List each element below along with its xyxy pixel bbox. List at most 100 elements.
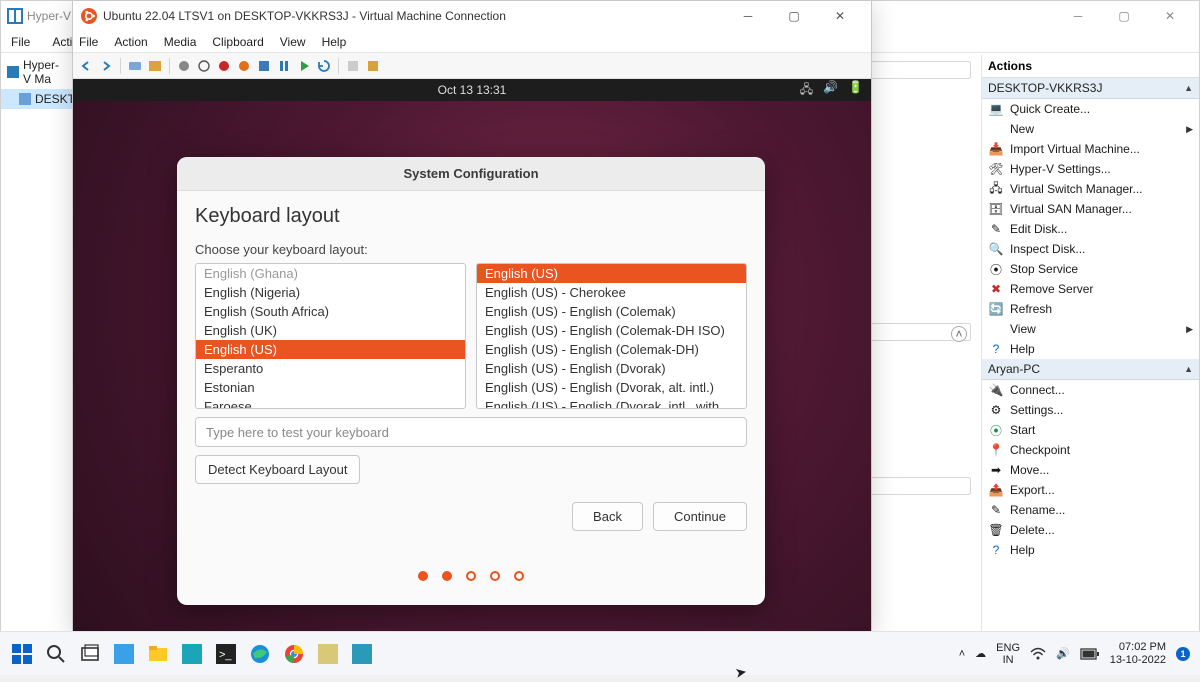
list-item[interactable]: English (US) - English (Dvorak, intl., w… [477,397,746,409]
start-button[interactable] [10,642,34,666]
maximize-button[interactable]: ▢ [771,1,817,31]
list-item[interactable]: English (US) - English (Colemak-DH ISO) [477,321,746,340]
actions-section-vm[interactable]: Aryan-PC ▲ [982,359,1199,380]
action-item[interactable]: View▶ [982,319,1199,339]
action-item[interactable]: 🖧Virtual Switch Manager... [982,179,1199,199]
action-item[interactable]: ⦿Stop Service [982,259,1199,279]
maximize-button[interactable]: ▢ [1101,1,1147,31]
state-button[interactable] [195,57,213,75]
vmc-menu-view[interactable]: View [280,35,306,49]
network-icon[interactable]: 🖧 [800,80,813,101]
volume-icon[interactable]: 🔊 [1056,647,1070,660]
list-item[interactable]: Estonian [196,378,465,397]
list-item[interactable]: Esperanto [196,359,465,378]
language-indicator[interactable]: ENG IN [996,642,1020,666]
ctrl-alt-del-button[interactable] [126,57,144,75]
tree-host[interactable]: DESKTOF [1,89,72,109]
action-item[interactable]: 🔌Connect... [982,380,1199,400]
menu-file[interactable]: File [5,33,36,51]
minimize-button[interactable]: ─ [725,1,771,31]
detect-layout-button[interactable]: Detect Keyboard Layout [195,455,360,484]
nav-forward-button[interactable] [97,57,115,75]
battery-icon[interactable] [1080,648,1100,660]
shutdown-button[interactable] [235,57,253,75]
chevron-right-icon: ▶ [1186,324,1193,335]
power-icon[interactable]: 🔋 [848,80,863,101]
reset-button[interactable] [315,57,333,75]
action-item[interactable]: ✖Remove Server [982,279,1199,299]
kb-layout-list[interactable]: English (Ghana)English (Nigeria)English … [195,263,466,409]
continue-button[interactable]: Continue [653,502,747,531]
action-item[interactable]: 🛠Hyper-V Settings... [982,159,1199,179]
record-button[interactable] [175,57,193,75]
list-item[interactable]: English (Nigeria) [196,283,465,302]
session-button[interactable] [146,57,164,75]
checkpoint-button[interactable] [344,57,362,75]
tree-root[interactable]: Hyper-V Ma [1,55,72,89]
taskbar-app-1[interactable] [112,642,136,666]
action-item[interactable]: ?Help [982,540,1199,560]
action-item[interactable]: New▶ [982,119,1199,139]
list-item[interactable]: English (UK) [196,321,465,340]
taskbar-app-7[interactable] [316,642,340,666]
list-item[interactable]: English (US) [196,340,465,359]
minimize-button[interactable]: ─ [1055,1,1101,31]
list-item[interactable]: English (US) - English (Colemak) [477,302,746,321]
close-button[interactable]: ✕ [817,1,863,31]
hyperv-taskbar-icon[interactable] [350,642,374,666]
terminal-icon[interactable]: >_ [214,642,238,666]
search-button[interactable] [44,642,68,666]
taskbar-app-3[interactable] [180,642,204,666]
list-item[interactable]: English (US) - English (Colemak-DH) [477,340,746,359]
taskbar-clock[interactable]: 07:02 PM 13-10-2022 [1110,641,1166,667]
kb-test-input[interactable] [195,417,747,447]
action-item[interactable]: ➡Move... [982,460,1199,480]
task-view-button[interactable] [78,642,102,666]
vmc-menu-media[interactable]: Media [164,35,197,49]
vmc-menu-action[interactable]: Action [114,35,147,49]
ubuntu-clock[interactable]: Oct 13 13:31 [438,83,507,97]
action-item[interactable]: 🗄Virtual SAN Manager... [982,199,1199,219]
list-item[interactable]: English (US) - Cherokee [477,283,746,302]
edge-icon[interactable] [248,642,272,666]
vmc-menu-clipboard[interactable]: Clipboard [212,35,263,49]
kb-variant-list[interactable]: English (US)English (US) - CherokeeEngli… [476,263,747,409]
vmc-menu-file[interactable]: File [79,35,98,49]
list-item[interactable]: English (US) [477,264,746,283]
back-button[interactable]: Back [572,502,643,531]
pause-button[interactable] [275,57,293,75]
wifi-icon[interactable] [1030,647,1046,661]
action-item[interactable]: 🔍Inspect Disk... [982,239,1199,259]
list-item[interactable]: English (US) - English (Dvorak, alt. int… [477,378,746,397]
list-item[interactable]: English (Ghana) [196,264,465,283]
notification-count[interactable]: 1 [1176,647,1190,661]
revert-button[interactable] [364,57,382,75]
file-explorer-icon[interactable] [146,642,170,666]
action-item[interactable]: 🔄Refresh [982,299,1199,319]
list-item[interactable]: English (South Africa) [196,302,465,321]
action-item[interactable]: ⦿Start [982,420,1199,440]
tray-chevron-icon[interactable]: ˄ [959,648,965,660]
close-button[interactable]: ✕ [1147,1,1193,31]
turnoff-button[interactable] [215,57,233,75]
nav-back-button[interactable] [77,57,95,75]
actions-section-host[interactable]: DESKTOP-VKKRS3J ▲ [982,78,1199,99]
vmc-menu-help[interactable]: Help [322,35,347,49]
action-item[interactable]: 📤Export... [982,480,1199,500]
start-button[interactable] [295,57,313,75]
chrome-icon[interactable] [282,642,306,666]
action-item[interactable]: ✎Edit Disk... [982,219,1199,239]
save-button[interactable] [255,57,273,75]
onedrive-icon[interactable]: ☁ [975,647,986,660]
collapse-panel-button[interactable]: ˄ [951,326,967,342]
action-item[interactable]: 📍Checkpoint [982,440,1199,460]
list-item[interactable]: English (US) - English (Dvorak) [477,359,746,378]
action-item[interactable]: 📥Import Virtual Machine... [982,139,1199,159]
action-item[interactable]: ?Help [982,339,1199,359]
list-item[interactable]: Faroese [196,397,465,409]
action-item[interactable]: ✎Rename... [982,500,1199,520]
action-item[interactable]: 💻Quick Create... [982,99,1199,119]
volume-icon[interactable]: 🔊 [823,80,838,101]
action-item[interactable]: ⚙Settings... [982,400,1199,420]
action-item[interactable]: 🗑Delete... [982,520,1199,540]
